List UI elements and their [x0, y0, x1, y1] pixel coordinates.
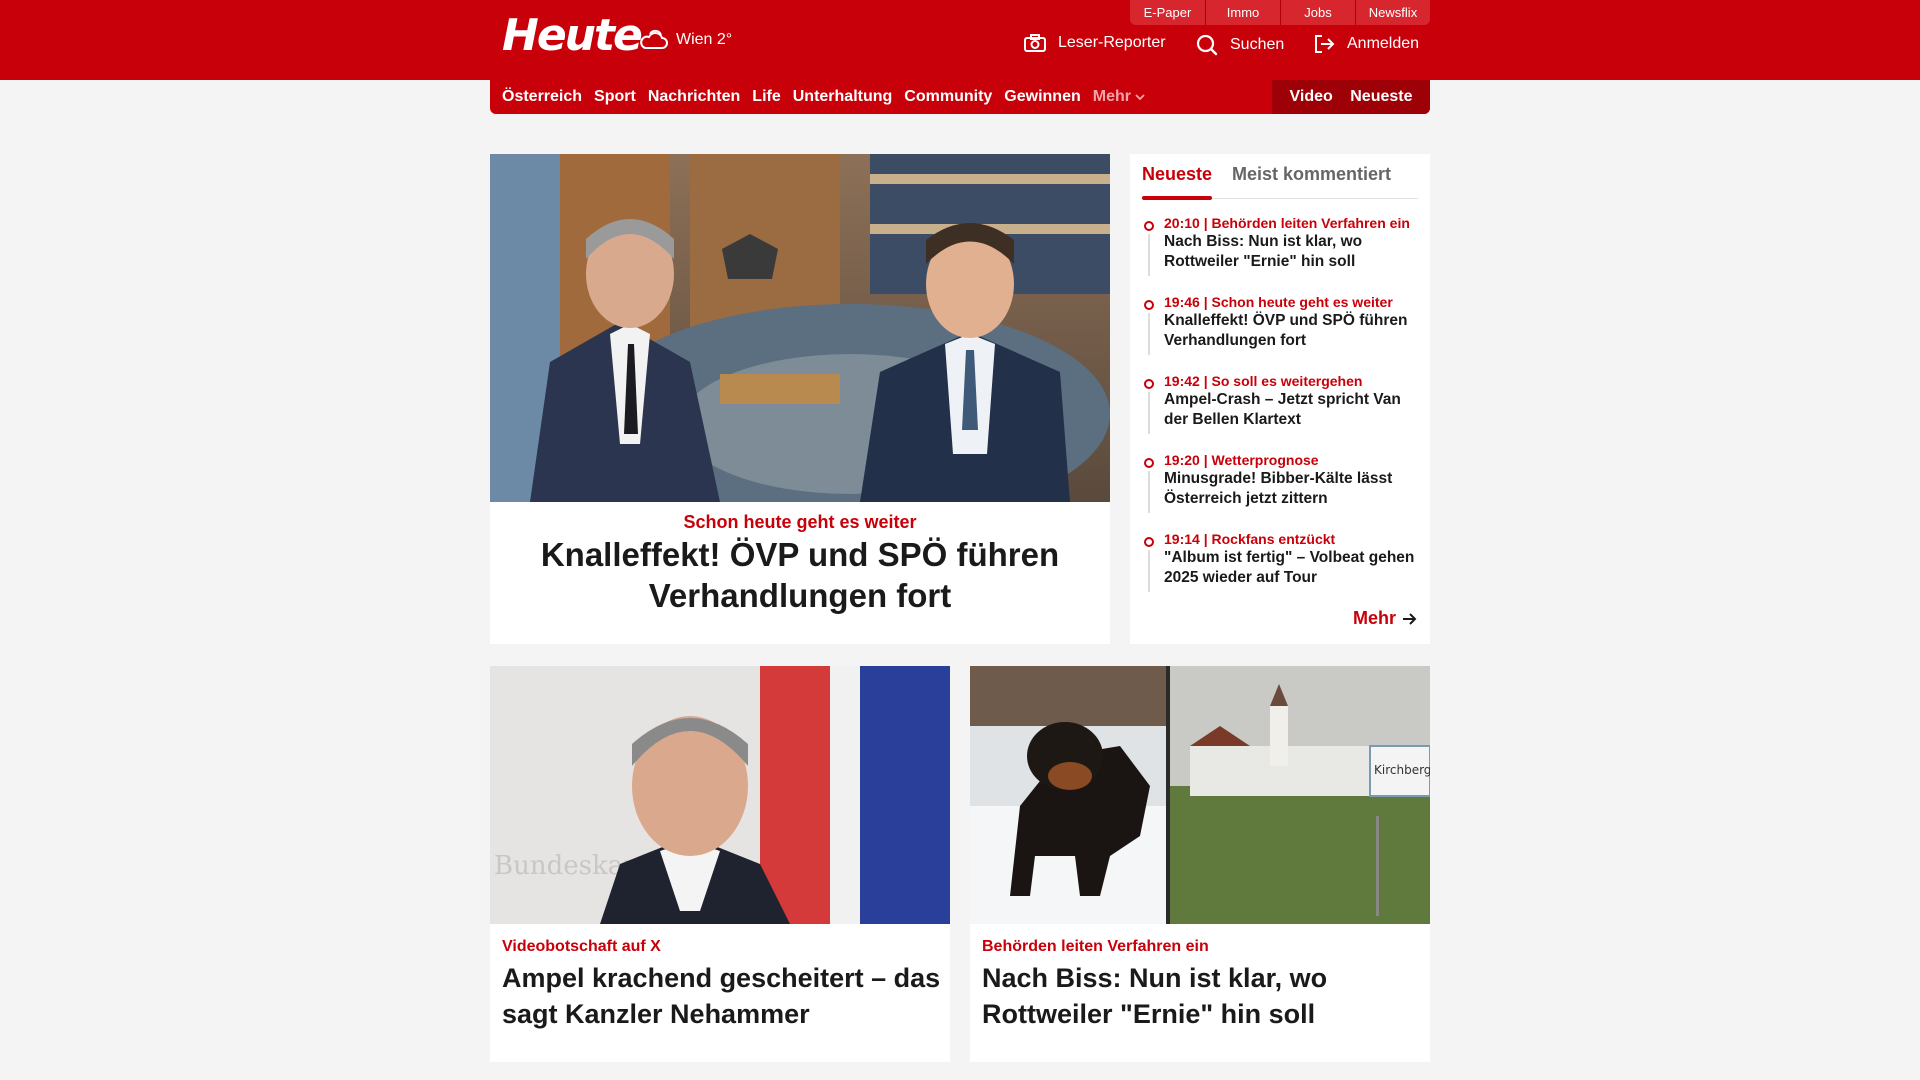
login-icon	[1315, 35, 1335, 53]
article-title[interactable]: Ampel krachend gescheitert – das sagt Ka…	[502, 960, 942, 1032]
site-logo[interactable]: Heute	[502, 10, 643, 61]
nav-item-sport[interactable]: Sport	[594, 88, 636, 106]
latest-news-sidebar: Neueste Meist kommentiert 20:10 | Behörd…	[1130, 154, 1430, 644]
article-card[interactable]: Bundeskanzl Videobotschaft auf X Ampel k…	[490, 666, 950, 1062]
article-image[interactable]: Bundeskanzl	[490, 666, 950, 924]
camera-icon	[1024, 34, 1046, 52]
nav-more-label: Mehr	[1092, 88, 1131, 105]
article-kicker: Behörden leiten Verfahren ein	[982, 938, 1209, 955]
feed-item-meta: 19:42 | So soll es weitergehen	[1164, 373, 1363, 389]
timeline-dot-icon	[1144, 537, 1154, 547]
main-nav: Österreich Sport Nachrichten Life Unterh…	[490, 80, 1430, 114]
search-label: Suchen	[1230, 36, 1285, 53]
feed-item[interactable]: 20:10 | Behörden leiten Verfahren ein Na…	[1142, 214, 1422, 293]
util-link-jobs[interactable]: Jobs	[1280, 0, 1355, 25]
leser-reporter-label: Leser-Reporter	[1058, 34, 1166, 51]
timeline-dot-icon	[1144, 379, 1154, 389]
feed-item[interactable]: 19:42 | So soll es weitergehen Ampel-Cra…	[1142, 372, 1422, 451]
hero-title[interactable]: Knalleffekt! ÖVP und SPÖ führen Verhandl…	[520, 534, 1080, 616]
nav-highlight: Video Neueste	[1272, 80, 1430, 114]
feed-item-title[interactable]: Minusgrade! Bibber-Kälte lässt Österreic…	[1164, 469, 1422, 509]
weather-widget[interactable]: Wien 2°	[638, 26, 732, 54]
article-kicker: Videobotschaft auf X	[502, 938, 661, 955]
feed-item-title[interactable]: Ampel-Crash – Jetzt spricht Van der Bell…	[1164, 390, 1422, 430]
feed-item[interactable]: 19:14 | Rockfans entzückt "Album ist fer…	[1142, 530, 1422, 609]
news-feed: 20:10 | Behörden leiten Verfahren ein Na…	[1142, 214, 1422, 609]
nav-item-oesterreich[interactable]: Österreich	[502, 88, 582, 106]
nav-more-dropdown[interactable]: Mehr	[1093, 88, 1145, 106]
arrow-right-icon	[1403, 612, 1417, 625]
feed-item-title[interactable]: "Album ist fertig" – Volbeat gehen 2025 …	[1164, 548, 1422, 588]
chevron-down-icon	[1135, 94, 1145, 101]
tab-meist-kommentiert[interactable]: Meist kommentiert	[1232, 164, 1391, 185]
nav-item-video[interactable]: Video	[1289, 88, 1332, 106]
sidebar-more-link[interactable]: Mehr	[1353, 608, 1418, 629]
feed-item-meta: 19:46 | Schon heute geht es weiter	[1164, 294, 1393, 310]
nav-item-unterhaltung[interactable]: Unterhaltung	[793, 88, 893, 106]
timeline-dot-icon	[1144, 221, 1154, 231]
weather-cloud-icon	[640, 29, 668, 49]
timeline-line	[1148, 313, 1150, 355]
feed-item-meta: 20:10 | Behörden leiten Verfahren ein	[1164, 215, 1410, 231]
timeline-line	[1148, 392, 1150, 434]
feed-item-title[interactable]: Knalleffekt! ÖVP und SPÖ führen Verhandl…	[1164, 311, 1422, 351]
timeline-dot-icon	[1144, 300, 1154, 310]
tab-neueste[interactable]: Neueste	[1142, 164, 1213, 200]
login-label: Anmelden	[1347, 35, 1420, 52]
feed-item-meta: 19:14 | Rockfans entzückt	[1164, 531, 1336, 547]
nav-item-life[interactable]: Life	[752, 88, 780, 106]
feed-item[interactable]: 19:46 | Schon heute geht es weiter Knall…	[1142, 293, 1422, 372]
article-image[interactable]: Kirchberg	[970, 666, 1430, 924]
login-button[interactable]: Anmelden	[1313, 34, 1419, 54]
timeline-line	[1148, 471, 1150, 513]
sidebar-tabs: Neueste Meist kommentiert	[1142, 154, 1418, 200]
search-icon	[1196, 34, 1218, 56]
feed-item-title[interactable]: Nach Biss: Nun ist klar, wo Rottweiler "…	[1164, 232, 1422, 272]
timeline-line	[1148, 234, 1150, 276]
feed-item-meta: 19:20 | Wetterprognose	[1164, 452, 1319, 468]
util-link-newsflix[interactable]: Newsflix	[1355, 0, 1430, 25]
nav-item-neueste[interactable]: Neueste	[1350, 88, 1412, 106]
weather-text: Wien 2°	[676, 31, 733, 48]
sign-text: Kirchberg	[1374, 763, 1430, 777]
hero-article[interactable]: Schon heute geht es weiter Knalleffekt! …	[490, 154, 1110, 644]
util-link-immo[interactable]: Immo	[1205, 0, 1280, 25]
site-header: E-Paper Immo Jobs Newsflix Heute Wien 2°…	[0, 0, 1920, 80]
leser-reporter-button[interactable]: Leser-Reporter	[1024, 34, 1166, 52]
util-link-epaper[interactable]: E-Paper	[1130, 0, 1205, 25]
nav-item-gewinnen[interactable]: Gewinnen	[1004, 88, 1080, 106]
hero-kicker: Schon heute geht es weiter	[683, 512, 917, 532]
hero-image[interactable]	[490, 154, 1110, 502]
article-title[interactable]: Nach Biss: Nun ist klar, wo Rottweiler "…	[982, 960, 1422, 1032]
sidebar-more-label: Mehr	[1352, 608, 1396, 628]
feed-item[interactable]: 19:20 | Wetterprognose Minusgrade! Bibbe…	[1142, 451, 1422, 530]
article-card[interactable]: Kirchberg Behörden leiten Verfahren ein …	[970, 666, 1430, 1062]
timeline-dot-icon	[1144, 458, 1154, 468]
nav-item-community[interactable]: Community	[904, 88, 992, 106]
search-button[interactable]: Suchen	[1196, 34, 1284, 56]
timeline-line	[1148, 550, 1150, 592]
utility-nav: E-Paper Immo Jobs Newsflix	[1130, 0, 1430, 25]
nav-item-nachrichten[interactable]: Nachrichten	[648, 88, 740, 106]
